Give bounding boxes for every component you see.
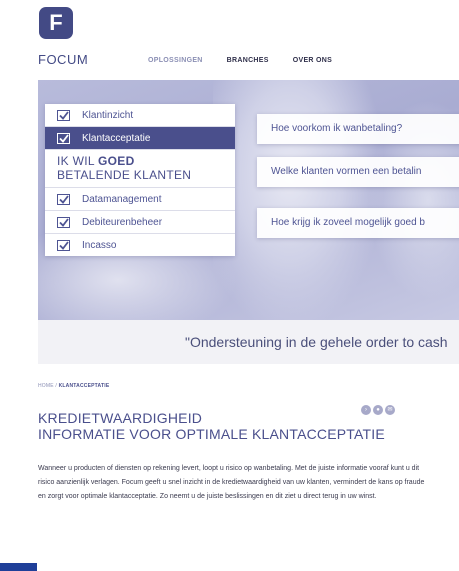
menu-item-debiteurenbeheer[interactable]: Debiteurenbeheer — [45, 211, 235, 234]
body-paragraph: Wanneer u producten of diensten op reken… — [38, 465, 425, 501]
logo-icon[interactable]: F — [39, 7, 73, 39]
breadcrumb: HOME / KLANTACCEPTATIE — [38, 383, 109, 389]
nav-item-oplossingen[interactable]: OPLOSSINGEN — [148, 57, 203, 64]
solution-menu: Klantinzicht Klantacceptatie IK WIL GOED… — [45, 104, 235, 256]
main-nav: OPLOSSINGEN BRANCHES OVER ONS — [148, 57, 332, 64]
checkbox-icon — [57, 132, 70, 144]
checkbox-icon — [57, 239, 70, 251]
site-header: F FOCUM OPLOSSINGEN BRANCHES OVER ONS — [0, 0, 459, 80]
menu-item-label: Datamanagement — [82, 193, 162, 205]
nav-item-branches[interactable]: BRANCHES — [227, 57, 269, 64]
logo-text[interactable]: FOCUM — [38, 52, 88, 67]
edge-bar — [0, 563, 37, 571]
page: F FOCUM OPLOSSINGEN BRANCHES OVER ONS Kl… — [0, 0, 459, 571]
checkbox-icon — [57, 109, 70, 121]
question-betaling-risico[interactable]: Welke klanten vormen een betalin — [257, 157, 459, 187]
tagline: "Ondersteuning in de gehele order to cas… — [185, 334, 448, 350]
checkbox-icon — [57, 216, 70, 228]
menu-item-label: Incasso — [82, 239, 117, 251]
question-wanbetaling[interactable]: Hoe voorkom ik wanbetaling? — [257, 114, 459, 144]
checkbox-icon — [57, 193, 70, 205]
menu-item-klantinzicht[interactable]: Klantinzicht — [45, 104, 235, 127]
menu-item-label: Klantacceptatie — [82, 132, 151, 144]
menu-heading: IK WIL GOED BETALENDE KLANTEN — [45, 150, 235, 188]
menu-item-klantacceptatie[interactable]: Klantacceptatie — [45, 127, 235, 150]
menu-item-label: Debiteurenbeheer — [82, 216, 163, 228]
breadcrumb-current: KLANTACCEPTATIE — [58, 383, 110, 389]
page-title: KREDIETWAARDIGHEID INFORMATIE VOOR OPTIM… — [38, 410, 438, 442]
breadcrumb-home[interactable]: HOME / — [38, 383, 59, 389]
menu-item-label: Klantinzicht — [82, 109, 134, 121]
menu-heading-bold: GOED — [98, 154, 135, 168]
menu-heading-line2: BETALENDE KLANTEN — [57, 168, 192, 182]
menu-item-datamanagement[interactable]: Datamanagement — [45, 188, 235, 211]
menu-item-incasso[interactable]: Incasso — [45, 234, 235, 256]
question-goed-betalende[interactable]: Hoe krijg ik zoveel mogelijk goed b — [257, 208, 459, 238]
nav-item-over-ons[interactable]: OVER ONS — [293, 57, 332, 64]
page-title-line2: INFORMATIE VOOR OPTIMALE KLANTACCEPTATIE — [38, 426, 385, 442]
page-title-line1: KREDIETWAARDIGHEID — [38, 410, 203, 426]
menu-heading-prefix: IK WIL — [57, 154, 98, 168]
